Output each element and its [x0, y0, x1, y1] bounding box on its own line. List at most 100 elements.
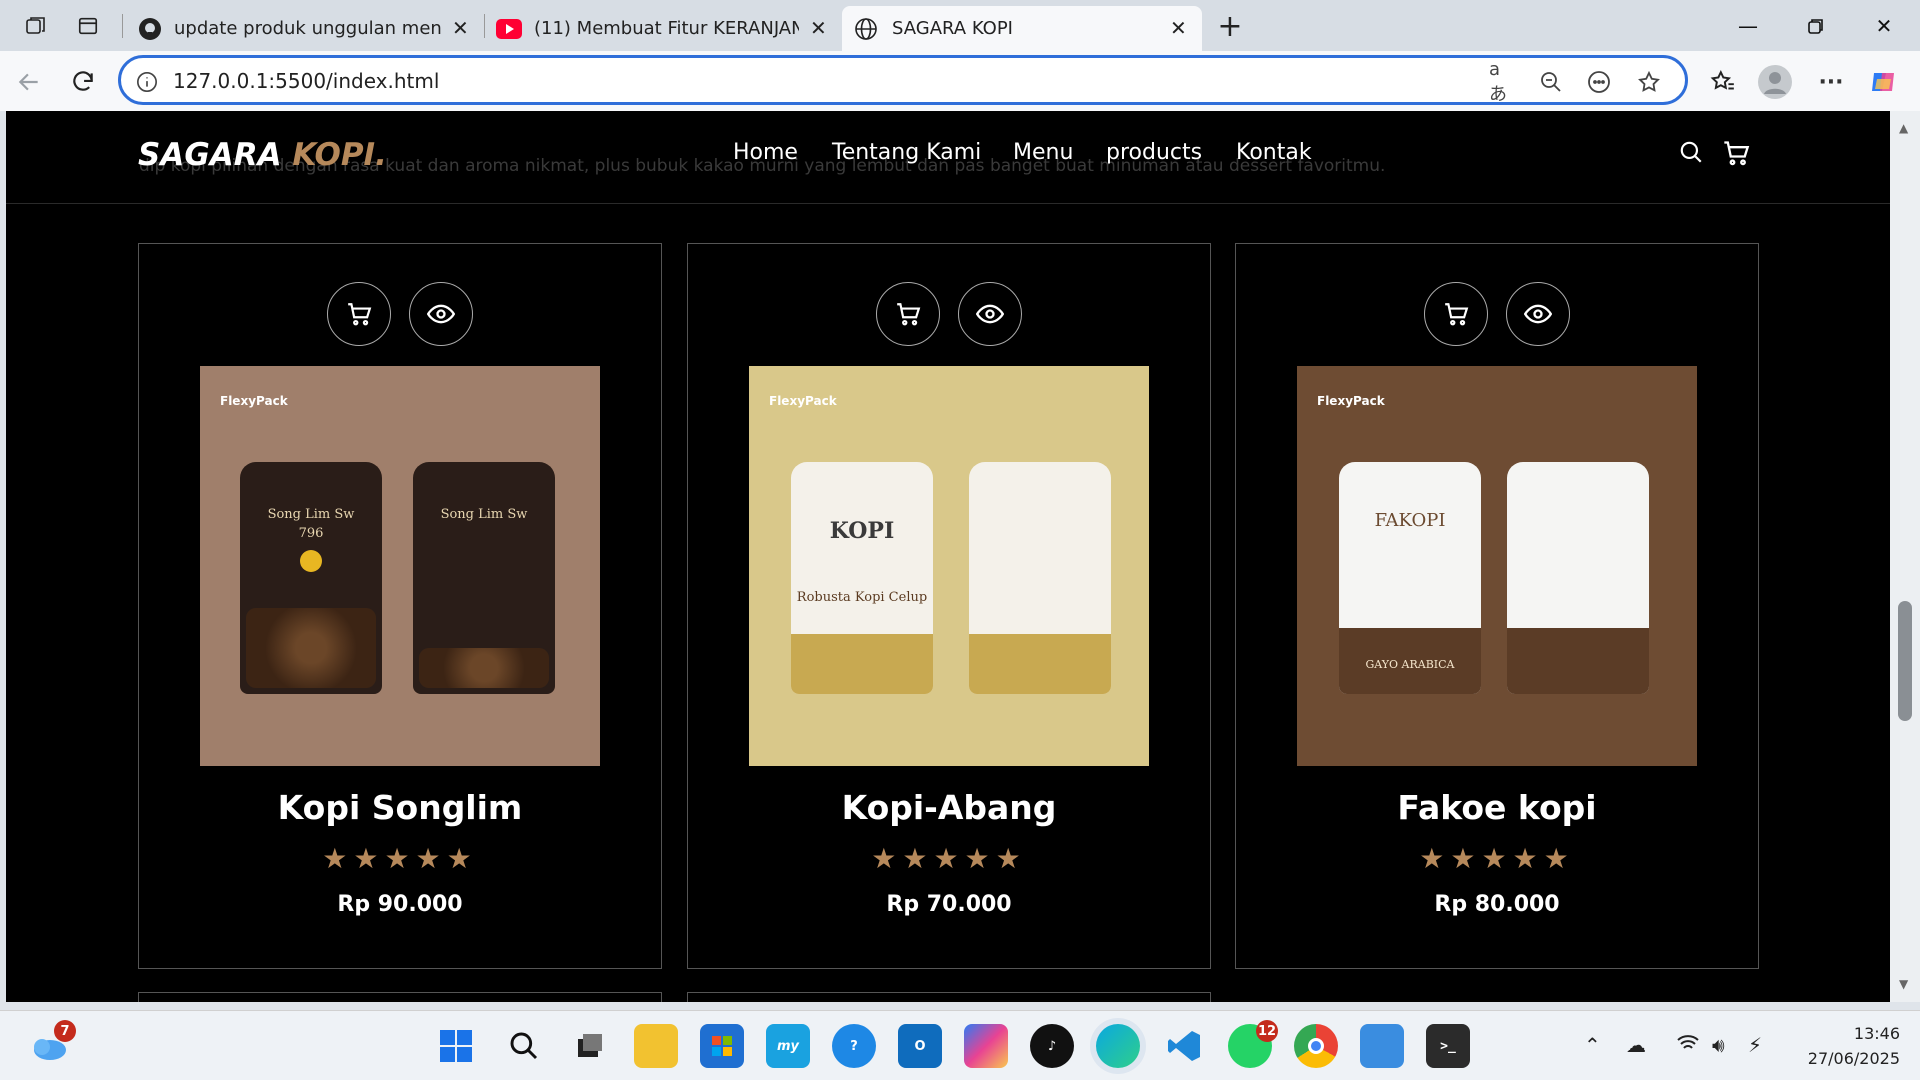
- volume-icon[interactable]: 🔊︎: [1712, 1033, 1725, 1057]
- start-button[interactable]: [434, 1024, 478, 1068]
- site-header: dip kopi pilihan dengan rasa kuat dan ar…: [6, 111, 1890, 204]
- copilot-icon[interactable]: [1866, 65, 1900, 99]
- minimize-icon[interactable]: —: [1722, 8, 1774, 44]
- whatsapp-icon[interactable]: 12: [1228, 1020, 1278, 1068]
- view-detail-button[interactable]: [1506, 282, 1570, 346]
- nav-products[interactable]: products: [1106, 140, 1202, 165]
- product-image: FlexyPack KOPI Robusta Kopi Celup: [749, 366, 1149, 766]
- wifi-icon[interactable]: [1676, 1033, 1700, 1058]
- get-help-icon[interactable]: ?: [832, 1024, 876, 1068]
- myhp-icon[interactable]: my: [766, 1024, 810, 1068]
- battery-icon[interactable]: ⚡︎: [1748, 1033, 1762, 1057]
- back-icon[interactable]: [12, 65, 46, 99]
- search-icon[interactable]: [502, 1024, 546, 1068]
- cart-icon: [897, 303, 921, 326]
- browser-tab-bar: update produk unggulan menggu ✕ (11) Mem…: [0, 0, 1920, 51]
- tab-separator: [122, 14, 123, 38]
- tab-github[interactable]: update produk unggulan menggu ✕: [130, 6, 480, 51]
- product-title: Fakoe kopi: [1397, 788, 1597, 827]
- add-to-cart-button[interactable]: [327, 282, 391, 346]
- rating-stars: ★★★★★: [322, 842, 478, 875]
- pack-sublabel: GAYO ARABICA: [1365, 658, 1455, 671]
- settings-more-icon[interactable]: ···: [1814, 65, 1848, 99]
- rating-stars: ★★★★★: [871, 842, 1027, 875]
- vertical-tabs-icon[interactable]: [72, 10, 104, 42]
- show-hidden-icons-icon[interactable]: ⌃: [1584, 1033, 1601, 1057]
- copilot-icon[interactable]: [964, 1024, 1008, 1068]
- coffee-pack: Song Lim Sw 796: [240, 462, 382, 694]
- product-image: FlexyPack FAKOPI GAYO ARABICA: [1297, 366, 1697, 766]
- close-tab-icon[interactable]: ✕: [1170, 16, 1187, 40]
- product-card-next: [687, 992, 1211, 1002]
- coffee-pack: [969, 462, 1111, 694]
- tab-sagara-kopi[interactable]: SAGARA KOPI ✕: [842, 6, 1202, 51]
- brand-logo: FlexyPack: [1317, 394, 1385, 408]
- system-clock[interactable]: 13:46 27/06/2025: [1808, 1021, 1900, 1071]
- address-toolbar: 127.0.0.1:5500/index.html aあ ···: [0, 51, 1920, 111]
- close-tab-icon[interactable]: ✕: [452, 16, 469, 40]
- onedrive-icon[interactable]: ☁: [1626, 1033, 1646, 1057]
- nav-menu[interactable]: Menu: [1013, 140, 1073, 165]
- weather-icon[interactable]: 7: [26, 1020, 76, 1068]
- pack-label: Song Lim Sw: [267, 507, 355, 522]
- coffee-pack: Song Lim Sw: [413, 462, 555, 694]
- edge-icon[interactable]: [1096, 1024, 1140, 1068]
- chrome-icon[interactable]: [1294, 1024, 1338, 1068]
- logo-accent: KOPI.: [292, 137, 387, 173]
- view-detail-button[interactable]: [958, 282, 1022, 346]
- tiktok-icon[interactable]: ♪: [1030, 1024, 1074, 1068]
- close-tab-icon[interactable]: ✕: [810, 16, 827, 40]
- pack-sublabel: Robusta Kopi Celup: [796, 590, 928, 605]
- scrollbar-thumb[interactable]: [1898, 601, 1912, 721]
- pack-label: KOPI: [829, 518, 895, 544]
- windows-taskbar: 7 my ? O ♪ 12 >_ ⌃ ☁ 🔊︎ ⚡︎ 13:46 27/06/2…: [0, 1010, 1920, 1080]
- new-tab-icon[interactable]: +: [1214, 9, 1246, 44]
- favorite-star-icon[interactable]: [1635, 68, 1663, 96]
- brand-logo: FlexyPack: [220, 394, 288, 408]
- eye-icon: [976, 304, 1004, 324]
- site-logo[interactable]: SAGARA KOPI.: [138, 137, 387, 173]
- microsoft-store-icon[interactable]: [700, 1024, 744, 1068]
- vscode-icon[interactable]: [1162, 1024, 1206, 1068]
- terminal-icon[interactable]: >_: [1426, 1024, 1470, 1068]
- page-scrollbar[interactable]: ▲ ▼: [1890, 111, 1920, 1002]
- scroll-down-icon[interactable]: ▼: [1899, 977, 1908, 991]
- task-view-icon[interactable]: [568, 1024, 612, 1068]
- clock-date: 27/06/2025: [1807, 1049, 1900, 1068]
- address-bar[interactable]: 127.0.0.1:5500/index.html aあ: [118, 55, 1688, 105]
- zoom-out-icon[interactable]: [1537, 68, 1565, 96]
- add-to-cart-button[interactable]: [1424, 282, 1488, 346]
- translate-icon[interactable]: aあ: [1489, 59, 1517, 105]
- search-icon[interactable]: [1678, 139, 1708, 169]
- tab-youtube[interactable]: (11) Membuat Fitur KERANJANG I ✕: [488, 6, 838, 51]
- view-detail-button[interactable]: [409, 282, 473, 346]
- youtube-icon: [496, 19, 522, 44]
- nav-kontak[interactable]: Kontak: [1236, 140, 1312, 165]
- product-price: Rp 90.000: [337, 892, 463, 917]
- site-info-icon[interactable]: [133, 68, 161, 96]
- scroll-up-icon[interactable]: ▲: [1899, 121, 1908, 135]
- refresh-icon[interactable]: [66, 65, 100, 99]
- nav-home[interactable]: Home: [733, 140, 798, 165]
- close-window-icon[interactable]: ✕: [1858, 8, 1910, 44]
- product-card-next: [138, 992, 662, 1002]
- coffee-pack: FAKOPI GAYO ARABICA: [1339, 462, 1481, 694]
- cart-icon[interactable]: [1722, 139, 1752, 169]
- url-text[interactable]: 127.0.0.1:5500/index.html: [173, 69, 439, 93]
- file-explorer-icon[interactable]: [634, 1024, 678, 1068]
- restore-icon[interactable]: [1790, 8, 1842, 44]
- photos-icon[interactable]: [1360, 1024, 1404, 1068]
- tab-title: SAGARA KOPI: [892, 18, 1013, 39]
- nav-tentang-kami[interactable]: Tentang Kami: [832, 140, 981, 165]
- workspaces-icon[interactable]: [20, 10, 52, 42]
- product-title: Kopi Songlim: [277, 788, 523, 827]
- product-card: FlexyPack KOPI Robusta Kopi Celup Kopi-A…: [687, 243, 1211, 969]
- favorites-icon[interactable]: [1706, 65, 1740, 99]
- outlook-icon[interactable]: O: [898, 1024, 942, 1068]
- eye-icon: [1524, 304, 1552, 324]
- add-to-cart-button[interactable]: [876, 282, 940, 346]
- tab-separator: [484, 14, 485, 38]
- more-tools-icon[interactable]: [1585, 68, 1613, 96]
- logo-main: SAGARA: [138, 137, 293, 173]
- profile-avatar-icon[interactable]: [1758, 65, 1792, 99]
